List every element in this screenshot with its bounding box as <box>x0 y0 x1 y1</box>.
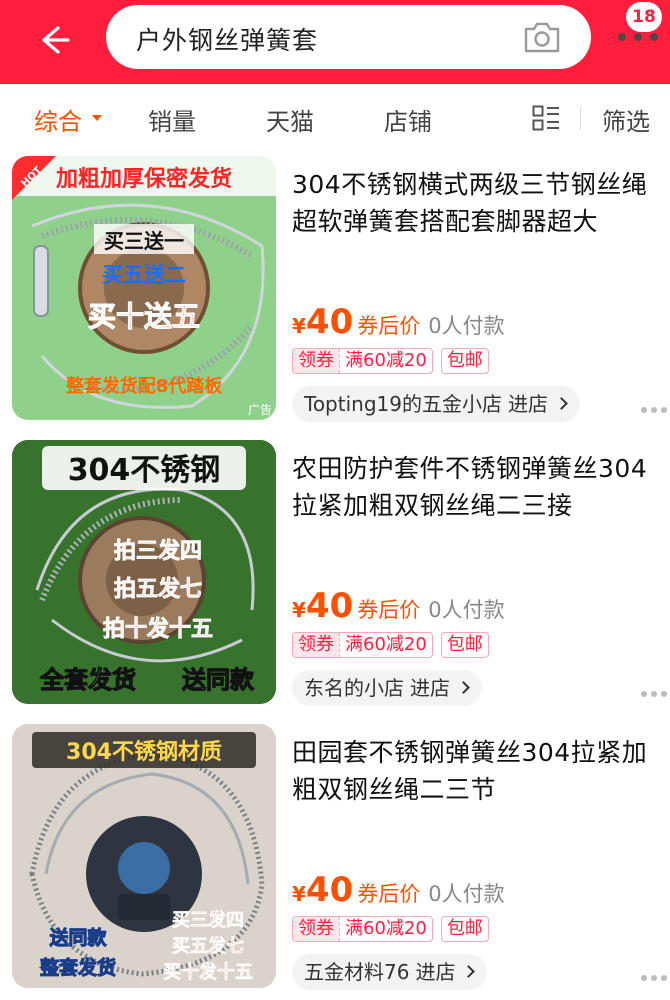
image-side-text: 整套发货 <box>40 956 116 979</box>
image-promo-text: 买三送一 <box>104 229 184 253</box>
currency-symbol: ¥ <box>292 314 306 338</box>
product-image[interactable]: 304不锈钢 拍三发四 拍五发七 拍十发十五 全套发货 送同款 <box>12 440 276 704</box>
ad-label: 广告 <box>248 403 272 417</box>
currency-symbol: ¥ <box>292 598 306 622</box>
shop-name: 五金材料76 <box>304 960 410 984</box>
price-row: ¥40 券后价 0人付款 <box>292 870 505 910</box>
coupon-value: 满60减20 <box>339 633 432 657</box>
image-promo-text: 买五送二 <box>102 263 186 287</box>
image-promo-text: 拍五发七 <box>114 576 202 602</box>
tab-comprehensive[interactable]: 综合 <box>34 102 82 137</box>
coupon-row: 领券 满60减20 包邮 <box>292 632 489 658</box>
coupon-badge[interactable]: 领券 满60减20 <box>292 916 433 942</box>
image-promo-text: 买五发七 <box>172 935 244 957</box>
image-bottom-text: 送同款 <box>182 666 255 694</box>
price-row: ¥40 券后价 0人付款 <box>292 586 505 626</box>
shop-name: Topting19的五金小店 <box>304 392 502 416</box>
price-value: 40 <box>305 586 354 626</box>
coupon-value: 满60减20 <box>339 917 432 941</box>
tab-shop[interactable]: 店铺 <box>384 102 432 137</box>
product-card[interactable]: 304不锈钢 拍三发四 拍五发七 拍十发十五 全套发货 送同款 农田防护套件不锈… <box>0 440 670 724</box>
coupon-row: 领券 满60减20 包邮 <box>292 348 489 374</box>
price-value: 40 <box>305 870 354 910</box>
price-row: ¥40 券后价 0人付款 <box>292 302 505 342</box>
free-shipping-badge: 包邮 <box>440 348 489 374</box>
search-input[interactable]: 户外钢丝弹簧套 <box>106 5 591 69</box>
chevron-right-icon <box>462 965 476 978</box>
image-promo-text: 拍三发四 <box>114 538 202 564</box>
chevron-right-icon <box>555 397 568 410</box>
image-bottom-text: 整套发货配8代踏板 <box>65 375 224 397</box>
coupon-label: 领券 <box>293 349 339 373</box>
image-banner-text: 304不锈钢 <box>68 453 221 488</box>
shop-link[interactable]: Topting19的五金小店 进店 <box>292 386 580 422</box>
shop-link[interactable]: 五金材料76 进店 <box>292 954 488 990</box>
image-bottom-text: 全套发货 <box>39 666 136 694</box>
tab-sales[interactable]: 销量 <box>148 102 196 137</box>
paid-count: 0人付款 <box>428 882 505 906</box>
price-tag: 券后价 <box>357 598 421 622</box>
paid-count: 0人付款 <box>428 314 505 338</box>
product-card[interactable]: 304不锈钢材质 送同款 整套发货 买三发四 买五发七 买十发十五 田园套不锈钢… <box>0 724 670 1000</box>
image-banner-text: 加粗加厚保密发货 <box>55 166 232 192</box>
caret-down-icon <box>92 115 102 121</box>
product-title[interactable]: 农田防护套件不锈钢弹簧丝304拉紧加粗双钢丝绳二三接 <box>292 450 664 524</box>
free-shipping-badge: 包邮 <box>440 916 489 942</box>
image-promo-text: 拍十发十五 <box>103 616 213 642</box>
chevron-right-icon <box>457 681 470 694</box>
shop-name: 东名的小店 <box>304 676 404 700</box>
coupon-label: 领券 <box>293 917 339 941</box>
enter-shop-label: 进店 <box>410 676 450 700</box>
currency-symbol: ¥ <box>292 882 306 906</box>
more-options-icon[interactable] <box>640 967 668 981</box>
product-card[interactable]: HOT 加粗加厚保密发货 买三送一 买五送二 买十送五 整套发货配8代踏板 广告… <box>0 156 670 440</box>
search-header: 户外钢丝弹簧套 18 <box>0 0 670 84</box>
image-promo-text: 买十发十五 <box>163 961 253 983</box>
enter-shop-label: 进店 <box>507 392 548 416</box>
image-banner-text: 304不锈钢材质 <box>66 739 222 765</box>
price-tag: 券后价 <box>357 882 421 906</box>
free-shipping-badge: 包邮 <box>440 632 489 658</box>
search-query-text[interactable]: 户外钢丝弹簧套 <box>136 21 318 57</box>
image-side-text: 送同款 <box>49 926 107 949</box>
price-value: 40 <box>305 302 354 342</box>
tab-tmall[interactable]: 天猫 <box>266 102 314 137</box>
message-count-badge: 18 <box>626 2 662 32</box>
product-title[interactable]: 304不锈钢横式两级三节钢丝绳超软弹簧套搭配套脚器超大 <box>292 166 664 240</box>
coupon-value: 满60减20 <box>339 349 432 373</box>
product-image[interactable]: HOT 加粗加厚保密发货 买三送一 买五送二 买十送五 整套发货配8代踏板 广告 <box>12 156 276 420</box>
camera-icon[interactable] <box>523 20 561 54</box>
coupon-badge[interactable]: 领券 满60减20 <box>292 348 433 374</box>
list-view-icon[interactable] <box>532 105 560 131</box>
more-options-icon[interactable] <box>640 399 668 413</box>
product-title[interactable]: 田园套不锈钢弹簧丝304拉紧加粗双钢丝绳二三节 <box>292 734 664 808</box>
image-promo-text: 买十送五 <box>88 300 200 333</box>
image-promo-text: 买三发四 <box>172 909 244 931</box>
divider <box>580 106 581 130</box>
product-image[interactable]: 304不锈钢材质 送同款 整套发货 买三发四 买五发七 买十发十五 <box>12 724 276 988</box>
coupon-row: 领券 满60减20 包邮 <box>292 916 489 942</box>
coupon-badge[interactable]: 领券 满60减20 <box>292 632 433 658</box>
more-options-icon[interactable] <box>640 683 668 697</box>
enter-shop-label: 进店 <box>415 960 456 984</box>
filter-button[interactable]: 筛选 <box>602 102 650 137</box>
shop-link[interactable]: 东名的小店 进店 <box>292 670 482 706</box>
filter-bar: 综合 销量 天猫 店铺 筛选 <box>0 84 670 150</box>
coupon-label: 领券 <box>293 633 339 657</box>
price-tag: 券后价 <box>357 314 421 338</box>
back-arrow-icon[interactable] <box>34 20 74 60</box>
paid-count: 0人付款 <box>428 598 505 622</box>
